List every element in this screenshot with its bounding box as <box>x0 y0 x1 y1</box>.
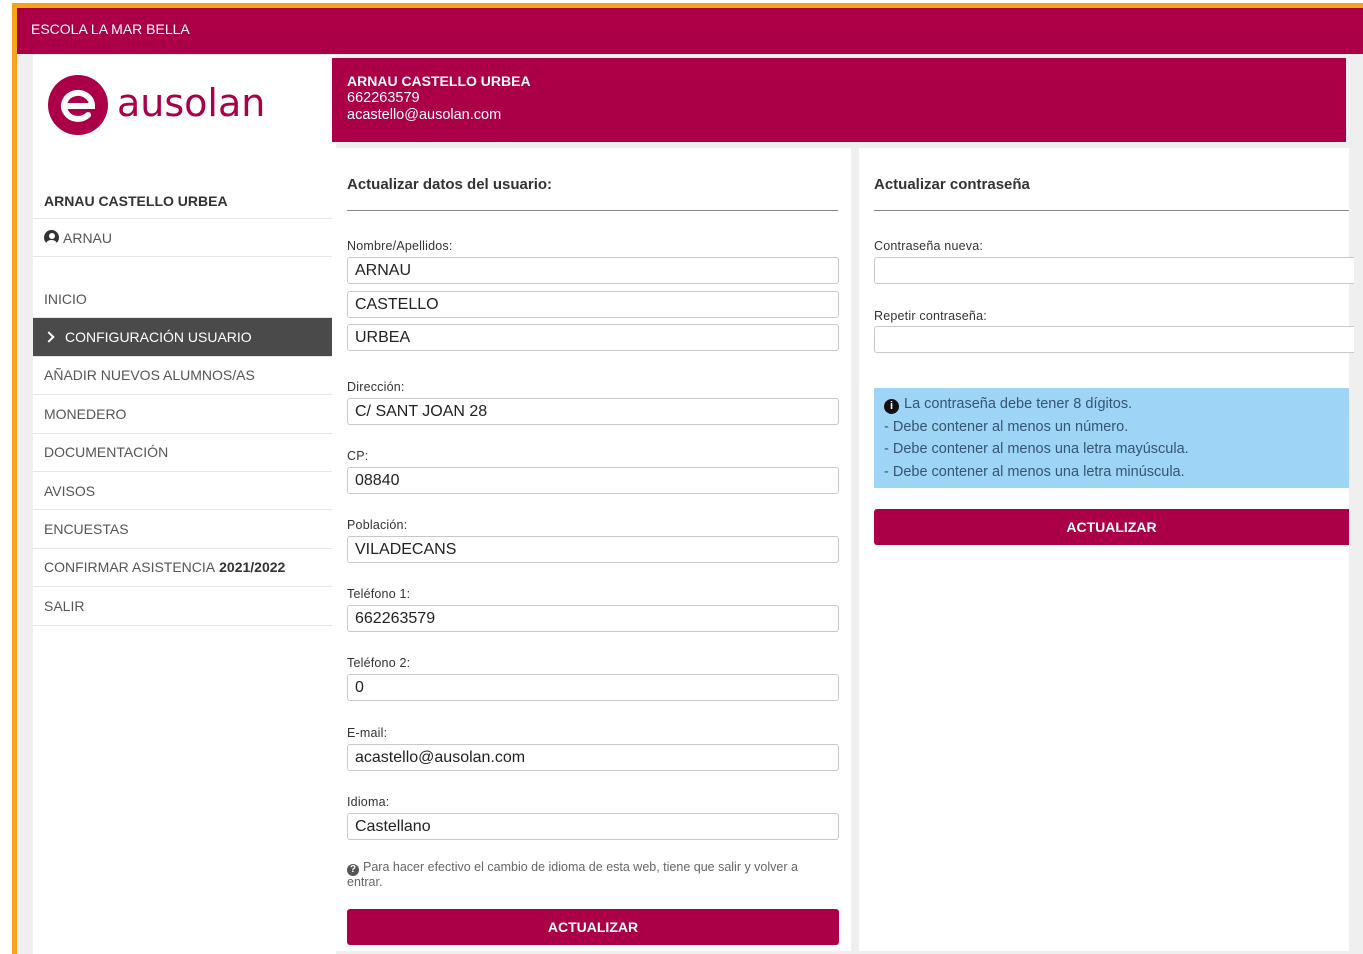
sidebar-item-label: MONEDERO <box>44 405 127 422</box>
cp-input[interactable] <box>347 467 839 494</box>
sidebar-item-monedero[interactable]: MONEDERO <box>33 395 336 434</box>
password-rule: - Debe contener al menos una letra minús… <box>884 463 1185 480</box>
language-help-message: Para hacer efectivo el cambio de idioma … <box>347 860 798 889</box>
sidebar-item-documentacion[interactable]: DOCUMENTACIÓN <box>33 434 336 472</box>
repeat-password-input[interactable] <box>874 326 1354 353</box>
user-data-form: Actualizar datos del usuario: Nombre/Ape… <box>332 148 851 951</box>
sidebar-item-label: CONFIGURACIÓN USUARIO <box>65 329 252 346</box>
school-name: ESCOLA LA MAR BELLA <box>31 21 190 37</box>
city-label: Población: <box>347 518 408 532</box>
sidebar: ausolan ARNAU CASTELLO URBEA ARNAU INICI… <box>33 55 336 954</box>
phone1-input[interactable] <box>347 605 839 632</box>
school-header: ESCOLA LA MAR BELLA <box>17 8 1363 54</box>
email-input[interactable] <box>347 744 839 771</box>
new-password-label: Contraseña nueva: <box>874 239 984 253</box>
phone2-label: Teléfono 2: <box>347 656 411 670</box>
sidebar-item-year: 2021/2022 <box>219 559 286 576</box>
password-form-title: Actualizar contraseña <box>874 176 1030 193</box>
new-password-input[interactable] <box>874 257 1354 284</box>
city-input[interactable] <box>347 536 839 563</box>
name-label: Nombre/Apellidos: <box>347 239 453 253</box>
info-circle-icon: i <box>884 399 899 414</box>
logo-text: ausolan <box>117 81 265 125</box>
chevron-right-icon <box>43 331 55 343</box>
sidebar-item-label: DOCUMENTACIÓN <box>44 444 169 461</box>
surname2-input[interactable] <box>347 324 839 351</box>
sidebar-user: ARNAU CASTELLO URBEA ARNAU <box>33 183 336 257</box>
user-circle-icon <box>44 230 59 245</box>
ausolan-logo: ausolan <box>48 75 265 135</box>
address-label: Dirección: <box>347 380 405 394</box>
sidebar-item-inicio[interactable]: INICIO <box>33 280 336 319</box>
language-select[interactable] <box>347 813 839 840</box>
sidebar-item-label: ENCUESTAS <box>44 521 129 538</box>
user-summary-banner: ARNAU CASTELLO URBEA 662263579 acastello… <box>332 58 1346 142</box>
surname1-input[interactable] <box>347 291 839 318</box>
language-label: Idioma: <box>347 795 390 809</box>
sidebar-item-label: AVISOS <box>44 482 96 499</box>
repeat-password-label: Repetir contraseña: <box>874 309 987 323</box>
language-help-text: ? Para hacer efectivo el cambio de idioma… <box>347 861 817 889</box>
update-password-button[interactable]: ACTUALIZAR <box>874 509 1349 545</box>
banner-user-phone: 662263579 <box>347 90 420 106</box>
email-label: E-mail: <box>347 726 388 740</box>
sidebar-item-configuracion-usuario[interactable]: CONFIGURACIÓN USUARIO <box>33 318 336 357</box>
password-rule: i La contraseña debe tener 8 dígitos. <box>884 393 1349 416</box>
update-user-button[interactable]: ACTUALIZAR <box>347 909 839 945</box>
password-form: Actualizar contraseña Contraseña nueva: … <box>859 148 1354 951</box>
phone2-input[interactable] <box>347 674 839 701</box>
sidebar-menu: INICIO CONFIGURACIÓN USUARIO AÑADIR NUEV… <box>33 280 336 626</box>
sidebar-user-short: ARNAU <box>63 229 113 246</box>
sidebar-item-confirmar-asistencia[interactable]: CONFIRMAR ASISTENCIA 2021/2022 <box>33 549 336 588</box>
divider <box>874 210 1349 211</box>
sidebar-user-name: ARNAU CASTELLO URBEA <box>33 183 336 219</box>
banner-user-name: ARNAU CASTELLO URBEA <box>347 73 531 89</box>
user-form-title: Actualizar datos del usuario: <box>347 176 553 193</box>
divider <box>347 210 838 211</box>
sidebar-item-encuestas[interactable]: ENCUESTAS <box>33 510 336 549</box>
password-rule-text: La contraseña debe tener 8 dígitos. <box>904 396 1133 412</box>
password-rules-alert: i La contraseña debe tener 8 dígitos. - D… <box>874 388 1349 488</box>
sidebar-item-avisos[interactable]: AVISOS <box>33 472 336 511</box>
phone1-label: Teléfono 1: <box>347 587 411 601</box>
sidebar-item-label: INICIO <box>44 290 87 307</box>
sidebar-item-label: SALIR <box>44 597 85 614</box>
sidebar-item-anadir-alumnos[interactable]: AÑADIR NUEVOS ALUMNOS/AS <box>33 357 336 396</box>
sidebar-item-salir[interactable]: SALIR <box>33 587 336 626</box>
cp-label: CP: <box>347 449 369 463</box>
password-rule: - Debe contener al menos un número. <box>884 418 1129 435</box>
banner-user-email: acastello@ausolan.com <box>347 107 502 123</box>
sidebar-item-label: CONFIRMAR ASISTENCIA <box>44 559 216 576</box>
address-input[interactable] <box>347 398 839 425</box>
sidebar-item-label: AÑADIR NUEVOS ALUMNOS/AS <box>44 367 255 384</box>
first-name-input[interactable] <box>347 257 839 284</box>
password-rule: - Debe contener al menos una letra mayús… <box>884 441 1189 457</box>
sidebar-user-account[interactable]: ARNAU <box>33 219 336 257</box>
